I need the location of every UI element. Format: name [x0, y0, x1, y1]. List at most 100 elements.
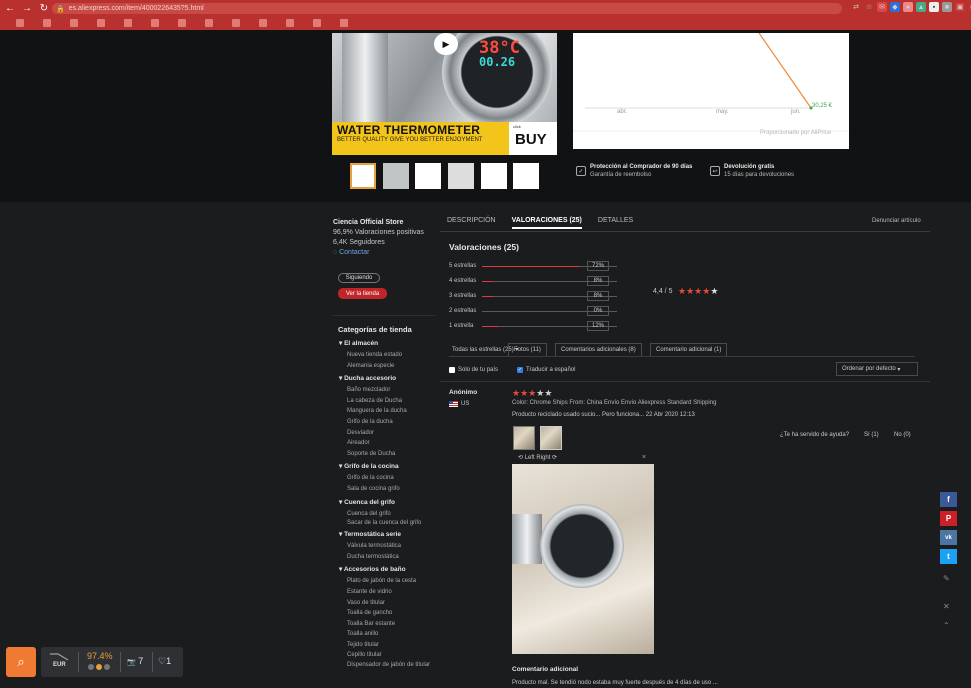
reload-icon[interactable]: ↻ [37, 1, 51, 15]
category-item[interactable]: Alemania especie [347, 361, 433, 372]
visit-store-button[interactable]: Ver la tienda [338, 288, 387, 299]
bookmark[interactable] [340, 19, 351, 27]
follow-button[interactable]: Siguiendo [338, 273, 380, 283]
close-icon[interactable]: × [642, 454, 646, 461]
pinterest-icon[interactable]: P [940, 511, 957, 526]
forward-icon[interactable]: → [20, 1, 34, 15]
rating-row[interactable]: 1 estrella 12% [449, 321, 619, 331]
tab-reviews[interactable]: VALORACIONES (25) [511, 217, 582, 229]
contact-link[interactable]: ◌ Contactar [333, 249, 433, 256]
arrow-up-icon[interactable]: ⌃ [943, 621, 950, 630]
rating-row[interactable]: 3 estrellas 8% [449, 291, 619, 301]
category-item[interactable]: Vaso de titular [347, 598, 433, 609]
rating-row[interactable]: 5 estrellas 72% [449, 261, 619, 271]
extension-icon[interactable]: ◆ [890, 2, 900, 12]
bookmark[interactable] [151, 19, 162, 27]
category-item[interactable]: Cepillo titular [347, 650, 433, 661]
category-item[interactable]: Dispensador de jabón de titular [347, 661, 433, 669]
product-thumbnail[interactable] [481, 163, 507, 189]
category-item[interactable]: Válvula termostática [347, 541, 433, 552]
close-icon[interactable]: ✕ [943, 602, 950, 611]
category-item[interactable]: Sacar de la cuenca del grifo [347, 519, 433, 527]
helpful-yes[interactable]: Sí (1) [864, 432, 879, 438]
bookmark[interactable] [232, 19, 243, 27]
filter-photos[interactable]: Fotos (11) [508, 343, 547, 356]
category-item[interactable]: Baño mezclador [347, 385, 433, 396]
translate-checkbox[interactable]: ✓ Traducir a español [517, 367, 575, 373]
rating-row[interactable]: 2 estrellas 0% [449, 306, 619, 316]
category-item[interactable]: Ducha termostática [347, 552, 433, 563]
tab-description[interactable]: DESCRIPCIÓN [447, 217, 496, 229]
helpful-no[interactable]: No (0) [894, 432, 911, 438]
bookmark[interactable] [205, 19, 216, 27]
address-bar[interactable]: 🔒 es.aliexpress.com/item/4000226435?5.ht… [52, 3, 842, 14]
rating-row[interactable]: 4 estrellas 8% [449, 276, 619, 286]
gmail-icon[interactable]: ✉ [877, 2, 887, 12]
sort-dropdown[interactable]: Ordenar por defecto ▾ [836, 362, 918, 376]
product-thumbnail[interactable] [350, 163, 376, 189]
product-thumbnail[interactable] [383, 163, 409, 189]
category-item[interactable]: Grifo de la cocina [347, 473, 433, 484]
star-icon[interactable]: ☆ [864, 2, 874, 12]
review-photo-thumb[interactable] [540, 426, 562, 450]
category-item[interactable]: Toalla de gancho [347, 608, 433, 619]
bookmark[interactable] [43, 19, 54, 27]
category-item[interactable]: Grifo de la ducha [347, 417, 433, 428]
bookmark[interactable] [70, 19, 81, 27]
bookmark[interactable] [97, 19, 108, 27]
bookmark[interactable] [178, 19, 189, 27]
extension-icon[interactable]: ▪ [929, 2, 939, 12]
pencil-icon[interactable]: ✎ [943, 574, 950, 583]
category-item[interactable]: Sala de cocina grifo [347, 484, 433, 495]
rotate-right-icon[interactable]: ⟳ [550, 455, 557, 461]
category-heading[interactable]: ▾ Termostática serie [339, 530, 433, 538]
extension-icon[interactable]: ▣ [955, 2, 965, 12]
extension-icon[interactable]: ● [903, 2, 913, 12]
product-thumbnail[interactable] [513, 163, 539, 189]
rotate-controls[interactable]: ⟲ Left Right ⟳ [518, 454, 557, 461]
bookmark[interactable] [124, 19, 135, 27]
play-video-icon[interactable]: ▶ [434, 33, 458, 55]
tab-details[interactable]: DETALLES [598, 217, 633, 229]
category-item[interactable]: Toalla Bar estante [347, 619, 433, 630]
chart-powered-by[interactable]: Proporcionado por AliPrice [760, 130, 831, 136]
category-item[interactable]: Desviador [347, 428, 433, 439]
category-item[interactable]: Plato de jabón de la cesta [347, 576, 433, 587]
category-item[interactable]: Tejido titular [347, 640, 433, 651]
category-item[interactable]: La cabeza de Ducha [347, 396, 433, 407]
category-heading[interactable]: ▾ Cuenca del grifo [339, 498, 433, 506]
vk-icon[interactable]: vk [940, 530, 957, 545]
extension-icon[interactable]: ▲ [916, 2, 926, 12]
only-country-checkbox[interactable]: Solo de tu país [449, 367, 498, 373]
category-item[interactable]: Cuenca del grifo [347, 509, 433, 520]
product-thumbnail[interactable] [448, 163, 474, 189]
filter-additional[interactable]: Comentarios adicionales (8) [555, 343, 642, 356]
bookmark[interactable] [259, 19, 270, 27]
rotate-left-icon[interactable]: ⟲ [518, 455, 525, 461]
translate-icon[interactable]: ⇄ [851, 2, 861, 12]
extension-icon[interactable]: ■ [942, 2, 952, 12]
back-icon[interactable]: ← [3, 1, 17, 15]
category-item[interactable]: Toalla anillo [347, 629, 433, 640]
wishlist-count[interactable]: ♡1 [158, 656, 171, 667]
category-heading[interactable]: ▾ Grifo de la cocina [339, 462, 433, 470]
review-photo-thumb[interactable] [513, 426, 535, 450]
filter-additional-one[interactable]: Comentario adicional (1) [650, 343, 728, 356]
bookmark[interactable] [16, 19, 27, 27]
category-item[interactable]: Nueva tienda estado [347, 350, 433, 361]
category-item[interactable]: Aireador [347, 438, 433, 449]
facebook-icon[interactable]: f [940, 492, 957, 507]
category-heading[interactable]: ▾ Ducha accesorio [339, 374, 433, 382]
search-icon[interactable]: ⌕ [6, 647, 36, 677]
category-heading[interactable]: ▾ Accesorios de baño [339, 565, 433, 573]
currency-label[interactable]: EUR [53, 662, 66, 668]
category-heading[interactable]: ▾ El almacén [339, 339, 433, 347]
report-item-link[interactable]: Denunciar artículo [872, 218, 921, 224]
category-item[interactable]: Soporte de Ducha [347, 449, 433, 460]
product-thumbnail[interactable] [415, 163, 441, 189]
camera-count[interactable]: 📷 7 [127, 656, 143, 666]
bookmark[interactable] [286, 19, 297, 27]
category-item[interactable]: Manguera de la ducha [347, 406, 433, 417]
twitter-icon[interactable]: t [940, 549, 957, 564]
store-name[interactable]: Ciencia Official Store [333, 219, 433, 226]
